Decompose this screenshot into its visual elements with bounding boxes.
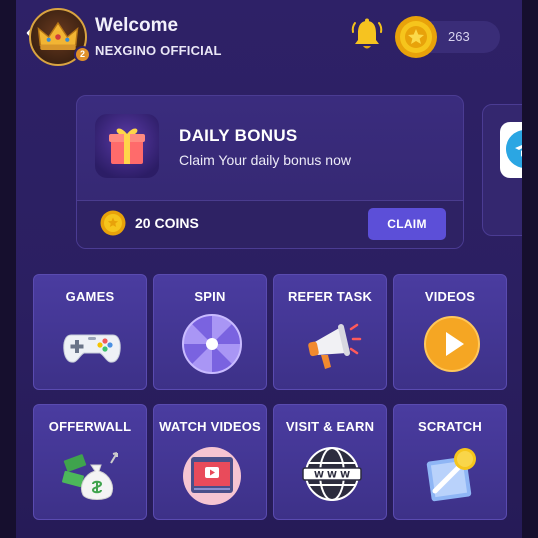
gamepad-icon — [63, 334, 121, 363]
videos-label: VIDEOS — [424, 289, 476, 304]
daily-bonus-subtitle: Claim Your daily bonus now — [179, 152, 351, 168]
gift-icon-tile — [95, 114, 159, 178]
watch-videos-tile[interactable]: WATCH VIDEOS — [153, 404, 267, 520]
daily-bonus-title: DAILY BONUS — [179, 126, 298, 145]
claim-button[interactable]: CLAIM — [368, 208, 446, 240]
refer-task-label: REFER TASK — [287, 289, 373, 304]
offerwall-label: OFFERWALL — [48, 419, 132, 434]
welcome-text: Welcome — [95, 15, 179, 36]
scratch-tile[interactable]: SCRATCH — [393, 404, 507, 520]
spin-tile[interactable]: SPIN — [153, 274, 267, 390]
offerwall-tile[interactable]: OFFERWALL — [33, 404, 147, 520]
video-player-icon — [183, 447, 241, 505]
money-bag-icon — [62, 452, 118, 500]
coin-icon — [395, 16, 437, 58]
spin-label: SPIN — [194, 289, 226, 304]
megaphone-icon — [308, 323, 362, 369]
coin-small-icon — [100, 210, 126, 236]
visit-earn-label: VISIT & EARN — [285, 419, 375, 434]
scratch-label: SCRATCH — [418, 419, 482, 434]
games-tile[interactable]: GAMES — [33, 274, 147, 390]
bell-icon[interactable] — [350, 17, 384, 53]
play-button-icon — [424, 316, 480, 372]
watch-videos-label: WATCH VIDEOS — [159, 419, 261, 434]
spin-wheel-icon — [182, 314, 242, 374]
coin-balance: 263 — [448, 29, 470, 44]
level-badge: 2 — [74, 46, 91, 63]
visit-earn-tile[interactable]: VISIT & EARN W W W — [273, 404, 387, 520]
refer-task-tile[interactable]: REFER TASK — [273, 274, 387, 390]
videos-tile[interactable]: VIDEOS — [393, 274, 507, 390]
reward-amount: 20 COINS — [135, 215, 199, 231]
svg-text:W W W: W W W — [314, 471, 350, 481]
globe-www-icon: W W W — [302, 447, 362, 501]
gift-icon — [109, 128, 145, 164]
scratch-card-icon — [426, 448, 476, 502]
games-label: GAMES — [65, 289, 115, 304]
app-screen: 2 Welcome NEXGINO OFFICIAL 263 DAILY BON… — [16, 0, 522, 538]
username: NEXGINO OFFICIAL — [95, 43, 222, 58]
